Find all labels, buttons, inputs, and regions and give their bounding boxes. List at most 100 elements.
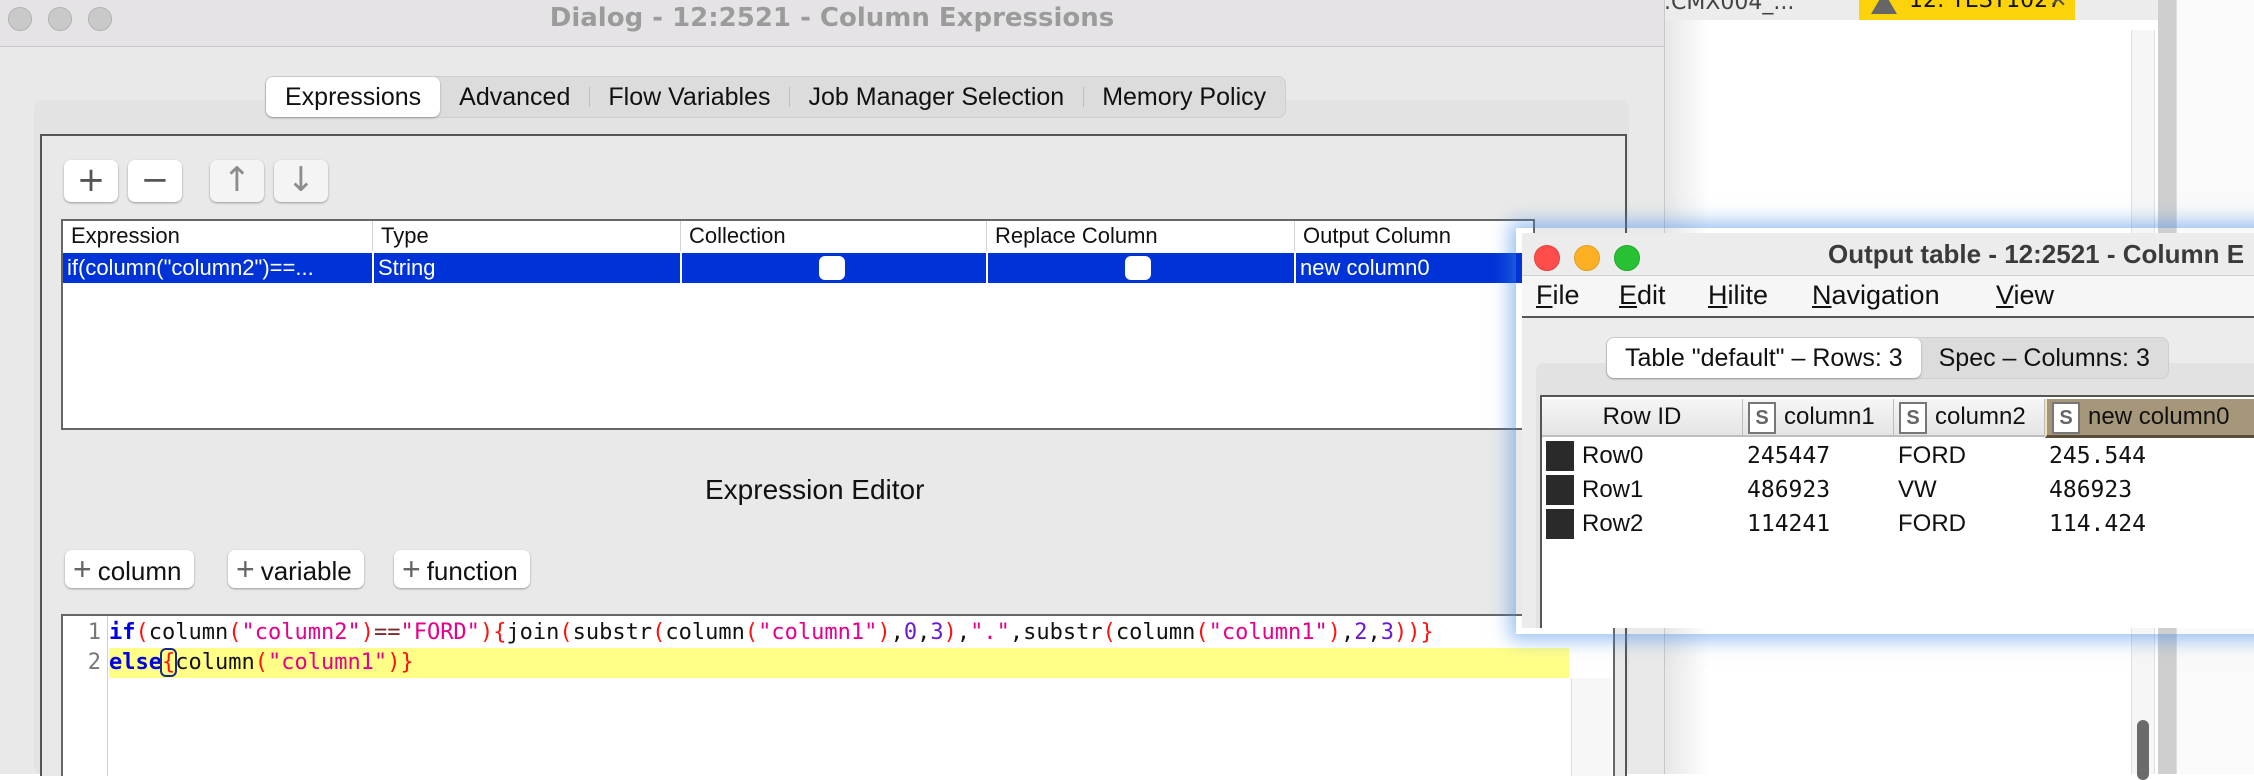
string-type-icon: S [2052, 402, 2080, 434]
column-header-column1[interactable]: Scolumn1 [1743, 399, 1894, 437]
code-token: ( [135, 620, 149, 645]
menu-bar: File Edit Hilite Navigation View [1522, 276, 2254, 318]
add-column-button[interactable]: + column [65, 550, 194, 588]
code-token: column [1115, 620, 1196, 645]
close-window-button[interactable] [1534, 245, 1560, 271]
header-label: column1 [1784, 403, 1875, 430]
code-token: { [159, 648, 178, 677]
replace-column-cell[interactable] [986, 253, 1292, 283]
column2-cell: VW [1898, 476, 1937, 503]
add-expression-button[interactable]: + [64, 160, 118, 202]
code-token: ( [652, 620, 666, 645]
menu-edit[interactable]: Edit [1619, 280, 1666, 311]
column-header-expression[interactable]: Expression [63, 221, 180, 251]
menu-hilite[interactable]: Hilite [1708, 280, 1768, 311]
add-function-button[interactable]: + function [394, 550, 530, 588]
code-token: "FORD" [400, 620, 480, 645]
code-token: ) [1394, 620, 1408, 645]
scrollbar-thumb[interactable] [2137, 720, 2149, 780]
row-id-cell: Row2 [1582, 510, 1644, 537]
tab-memory-policy[interactable]: Memory Policy [1083, 77, 1285, 117]
column-header-output-column[interactable]: Output Column [1294, 221, 1451, 251]
code-token: "." [970, 620, 1010, 645]
column-header-new-column0[interactable]: Snew column0 [2045, 399, 2254, 438]
tab-flow-variables[interactable]: Flow Variables [589, 77, 789, 117]
mnemonic: V [1996, 280, 2014, 310]
tab-advanced[interactable]: Advanced [440, 77, 589, 117]
background-tab-test1027[interactable]: 12: TEST1027 ✕ [1859, 0, 2075, 20]
expression-cell[interactable]: if(column("column2")==... [63, 253, 367, 283]
code-token: 3 [1380, 620, 1395, 645]
output-column-cell[interactable]: new column0 [1294, 253, 1540, 283]
code-token: "column2" [241, 620, 361, 645]
menu-file[interactable]: File [1536, 280, 1580, 311]
menu-view[interactable]: View [1996, 280, 2054, 311]
background-tab-cmx004[interactable]: .CMX004_... [1664, 0, 1794, 15]
row-id-cell: Row0 [1582, 442, 1644, 469]
editor-vertical-scrollbar[interactable] [1571, 678, 1612, 776]
minimize-window-button[interactable] [1574, 245, 1600, 271]
collection-cell[interactable] [680, 253, 986, 283]
code-token: column [665, 620, 745, 645]
column-header-type[interactable]: Type [372, 221, 429, 251]
code-token: ) [479, 620, 494, 645]
tab-expressions[interactable]: Expressions [266, 77, 441, 117]
string-type-icon: S [1748, 402, 1776, 434]
code-line-2[interactable]: else{column("column1")} [109, 648, 414, 678]
type-cell[interactable]: String [372, 253, 678, 283]
column-header-row-id[interactable]: Row ID [1542, 399, 1743, 437]
plus-icon: + [73, 551, 92, 587]
code-token: ) [877, 620, 891, 645]
add-variable-button[interactable]: + variable [228, 550, 364, 588]
expression-code-editor[interactable]: 1 2 if(column("column2")=="FORD"){join(s… [61, 614, 1615, 776]
code-token: ) [1407, 620, 1421, 645]
replace-column-checkbox[interactable] [1125, 256, 1151, 280]
arrow-down-icon: ↓ [286, 160, 316, 200]
code-token: ( [559, 620, 573, 645]
header-label: new column0 [2088, 403, 2230, 430]
add-variable-label: variable [260, 556, 352, 586]
column-header-column2[interactable]: Scolumn2 [1894, 399, 2045, 437]
menu-navigation[interactable]: Navigation [1812, 280, 1940, 311]
tab-job-manager-selection[interactable]: Job Manager Selection [789, 77, 1083, 117]
remove-expression-button[interactable]: − [128, 160, 182, 202]
column1-cell: 486923 [1747, 477, 1831, 503]
tab-table-default[interactable]: Table "default" – Rows: 3 [1607, 338, 1921, 378]
column-header-replace-column[interactable]: Replace Column [986, 221, 1158, 251]
code-token: column [175, 650, 255, 675]
output-window-titlebar: Output table - 12:2521 - Column E [1522, 233, 2254, 276]
code-token: ) [943, 620, 957, 645]
table-row[interactable]: if(column("column2")==... String new col… [63, 253, 1533, 283]
output-window-title: Output table - 12:2521 - Column E [1828, 239, 2245, 269]
column-expressions-dialog: Dialog - 12:2521 - Column Expressions Ex… [0, 0, 1665, 776]
code-token: ) [360, 620, 374, 645]
row-hilite-marker [1546, 509, 1574, 539]
menu-label: ile [1552, 280, 1580, 310]
mnemonic: F [1536, 280, 1553, 310]
code-token: , [1341, 620, 1355, 645]
code-line-1[interactable]: if(column("column2")=="FORD"){join(subst… [109, 618, 1434, 648]
code-token: else [109, 650, 162, 675]
code-token: substr [1023, 620, 1103, 645]
collection-checkbox[interactable] [819, 256, 845, 280]
close-tab-icon[interactable]: ✕ [2049, 0, 2067, 13]
column-header-collection[interactable]: Collection [680, 221, 786, 251]
arrow-up-icon: ↑ [222, 160, 252, 200]
tab-spec[interactable]: Spec – Columns: 3 [1921, 338, 2168, 378]
code-token: 3 [930, 620, 944, 645]
code-token: , [1367, 620, 1381, 645]
add-function-label: function [426, 556, 518, 586]
mnemonic: N [1812, 280, 1832, 310]
add-column-label: column [97, 556, 182, 586]
move-down-button[interactable]: ↓ [274, 160, 328, 202]
menu-label: iew [2013, 280, 2055, 310]
code-token: ( [254, 650, 268, 675]
expression-editor-title: Expression Editor [705, 474, 925, 505]
dialog-tabs: Expressions Advanced Flow Variables Job … [265, 76, 1287, 118]
code-token: } [1420, 620, 1434, 645]
plus-icon: + [76, 160, 106, 200]
expression-table: Expression Type Collection Replace Colum… [61, 219, 1535, 430]
column2-cell: FORD [1898, 510, 1966, 537]
zoom-window-button[interactable] [1614, 245, 1640, 271]
move-up-button[interactable]: ↑ [210, 160, 264, 202]
